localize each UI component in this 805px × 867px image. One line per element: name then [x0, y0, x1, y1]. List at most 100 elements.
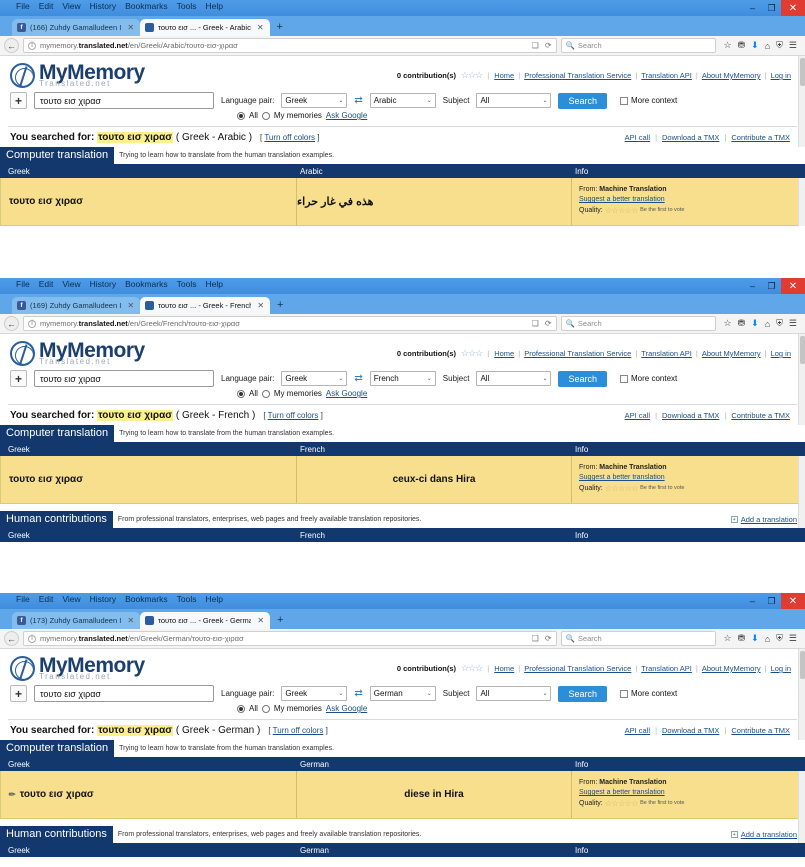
menu-bookmarks[interactable]: Bookmarks	[125, 279, 168, 289]
menu-edit[interactable]: Edit	[39, 1, 54, 11]
edit-pencil-icon[interactable]: ✎	[7, 789, 18, 800]
url-bar[interactable]: i mymemory.translated.net/en/Greek/Germa…	[23, 631, 557, 646]
scrollbar-thumb[interactable]	[800, 336, 805, 364]
menu-tools[interactable]: Tools	[177, 1, 197, 11]
turn-off-colors-link[interactable]: Turn off colors	[264, 133, 315, 142]
link-log-in[interactable]: Log in	[771, 71, 791, 80]
tab-close-icon[interactable]: ✕	[257, 23, 264, 32]
url-bar[interactable]: i mymemory.translated.net/en/Greek/Frenc…	[23, 316, 557, 331]
contribute-tmx-link[interactable]: Contribute a TMX	[731, 411, 790, 420]
shield-icon[interactable]: ⛨	[776, 318, 783, 329]
menu-help[interactable]: Help	[205, 279, 222, 289]
info-icon[interactable]: i	[28, 41, 36, 50]
turn-off-colors-link[interactable]: Turn off colors	[268, 411, 319, 420]
link-log-in[interactable]: Log in	[771, 349, 791, 358]
minimize-button[interactable]: –	[743, 278, 762, 294]
menu-view[interactable]: View	[62, 279, 80, 289]
back-arrow-icon[interactable]: ←	[4, 631, 19, 646]
bookmark-star-icon[interactable]: ☆	[724, 40, 732, 51]
new-tab-button[interactable]: +	[270, 297, 290, 314]
subject-select[interactable]: All ⌄	[476, 93, 552, 108]
add-button[interactable]: +	[10, 685, 27, 702]
swap-languages-icon[interactable]: ⇄	[354, 373, 362, 384]
contribute-tmx-link[interactable]: Contribute a TMX	[731, 726, 790, 735]
menu-bookmarks[interactable]: Bookmarks	[125, 594, 168, 604]
tab-mymemory[interactable]: τουτο εισ ... - Greek - Arabic ✕	[140, 19, 270, 36]
home-icon[interactable]: ⌂	[765, 634, 770, 644]
tab-close-icon[interactable]: ✕	[127, 616, 134, 625]
more-context-option[interactable]: More context	[620, 96, 677, 105]
tab-mymemory[interactable]: τουτο εισ ... - Greek - French ✕	[140, 297, 271, 314]
subject-select[interactable]: All ⌄	[476, 371, 552, 386]
target-language-select[interactable]: Arabic ⌄	[369, 93, 436, 108]
query-input[interactable]: τουτο εισ χιρασ	[34, 685, 214, 702]
home-icon[interactable]: ⌂	[765, 319, 770, 329]
add-translation-link[interactable]: Add a translation	[741, 830, 797, 839]
new-tab-button[interactable]: +	[270, 19, 290, 36]
swap-languages-icon[interactable]: ⇄	[354, 688, 362, 699]
link-home[interactable]: Home	[494, 349, 514, 358]
close-button[interactable]: ✕	[781, 0, 805, 16]
link-professional-translation-service[interactable]: Professional Translation Service	[524, 664, 631, 673]
page-scrollbar[interactable]	[798, 56, 805, 226]
scrollbar-thumb[interactable]	[800, 58, 805, 86]
shield-icon[interactable]: ⛨	[776, 40, 783, 51]
menu-bar[interactable]: File Edit View History Bookmarks Tools H…	[16, 594, 223, 604]
new-tab-button[interactable]: +	[270, 612, 290, 629]
search-button[interactable]: Search	[558, 92, 607, 109]
link-professional-translation-service[interactable]: Professional Translation Service	[524, 349, 631, 358]
back-arrow-icon[interactable]: ←	[4, 38, 19, 53]
info-icon[interactable]: i	[28, 634, 36, 643]
source-language-select[interactable]: Greek ⌄	[281, 686, 348, 701]
quality-stars-icon[interactable]: ☆☆☆☆☆	[605, 798, 639, 810]
browser-search-input[interactable]: 🔍 Search	[560, 631, 716, 646]
reload-icon[interactable]: ⟳	[545, 41, 552, 50]
menu-view[interactable]: View	[62, 1, 80, 11]
api-call-link[interactable]: API call	[625, 411, 650, 420]
url-bar[interactable]: i mymemory.translated.net/en/Greek/Arabi…	[23, 38, 557, 53]
hamburger-menu-icon[interactable]: ☰	[789, 633, 797, 644]
bookmark-star-icon[interactable]: ☆	[724, 633, 732, 644]
minimize-button[interactable]: –	[743, 593, 762, 609]
quality-stars-icon[interactable]: ☆☆☆☆☆	[605, 205, 639, 217]
link-about-mymemory[interactable]: About MyMemory	[702, 349, 761, 358]
mymemory-logo[interactable]: MyMemory Translated.net	[10, 62, 145, 88]
download-tmx-link[interactable]: Download a TMX	[662, 726, 719, 735]
menu-bar[interactable]: File Edit View History Bookmarks Tools H…	[16, 279, 223, 289]
library-icon[interactable]: ⛃	[738, 633, 746, 644]
suggest-better-translation-link[interactable]: Suggest a better translation	[579, 474, 665, 481]
radio-my-memories[interactable]	[261, 389, 270, 398]
close-button[interactable]: ✕	[781, 593, 805, 609]
turn-off-colors-link[interactable]: Turn off colors	[273, 726, 324, 735]
tab-facebook[interactable]: f (166) Zuhdy Gamalludeen I ✕	[12, 19, 141, 36]
link-about-mymemory[interactable]: About MyMemory	[702, 71, 761, 80]
add-translation-link[interactable]: Add a translation	[741, 515, 797, 524]
menu-file[interactable]: File	[16, 594, 30, 604]
subject-select[interactable]: All ⌄	[476, 686, 552, 701]
menu-file[interactable]: File	[16, 279, 30, 289]
shield-icon[interactable]: ⛨	[776, 633, 783, 644]
close-button[interactable]: ✕	[781, 278, 805, 294]
search-button[interactable]: Search	[558, 685, 607, 702]
mymemory-logo[interactable]: MyMemory Translated.net	[10, 655, 145, 681]
menu-bar[interactable]: File Edit View History Bookmarks Tools H…	[16, 1, 223, 11]
target-language-select[interactable]: French ⌄	[369, 371, 436, 386]
link-home[interactable]: Home	[494, 71, 514, 80]
menu-history[interactable]: History	[90, 279, 116, 289]
download-icon[interactable]: ⬇	[751, 40, 759, 51]
tab-close-icon[interactable]: ✕	[127, 23, 134, 32]
more-context-checkbox[interactable]	[620, 374, 628, 383]
add-button[interactable]: +	[10, 92, 27, 109]
download-icon[interactable]: ⬇	[751, 633, 759, 644]
radio-all[interactable]	[237, 704, 245, 713]
reload-icon[interactable]: ⟳	[545, 319, 552, 328]
tab-mymemory[interactable]: τουτο εισ ... - Greek - German ✕	[140, 612, 271, 629]
reader-mode-icon[interactable]: ❑	[532, 41, 539, 50]
bookmark-star-icon[interactable]: ☆	[724, 318, 732, 329]
reload-icon[interactable]: ⟳	[545, 634, 552, 643]
minimize-button[interactable]: –	[743, 0, 762, 16]
menu-tools[interactable]: Tools	[177, 279, 197, 289]
radio-my-memories[interactable]	[261, 111, 270, 120]
hamburger-menu-icon[interactable]: ☰	[789, 40, 797, 51]
add-button[interactable]: +	[10, 370, 27, 387]
